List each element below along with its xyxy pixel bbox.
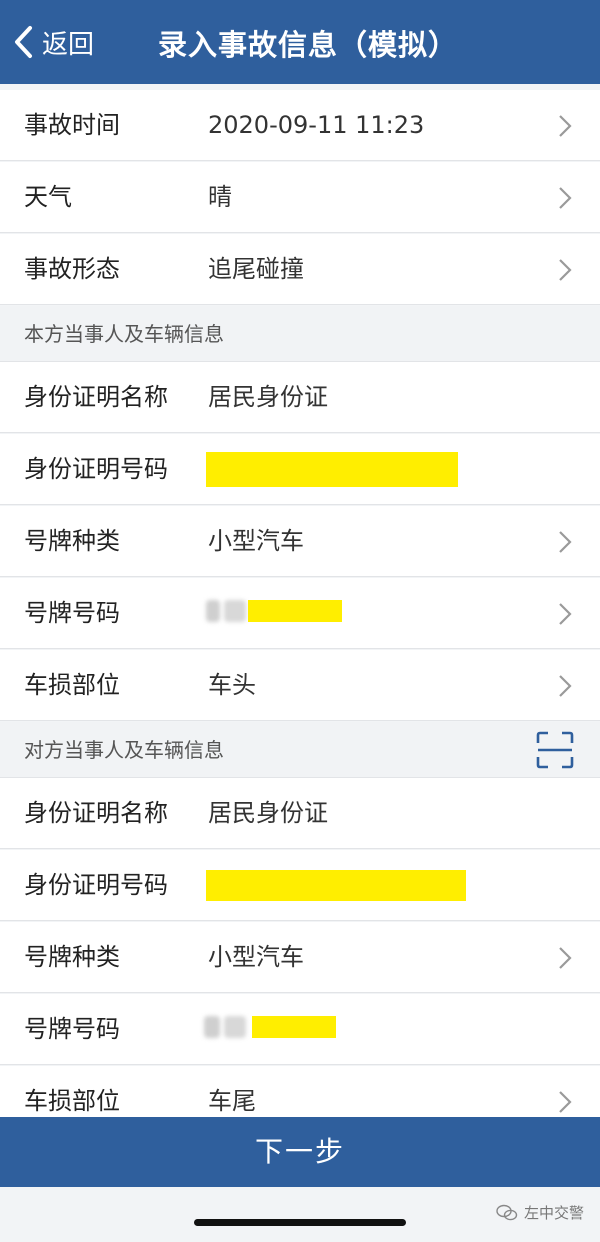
redacted-plate-number[interactable] [248, 600, 342, 622]
wechat-icon [496, 1204, 518, 1220]
chevron-right-icon [559, 947, 572, 969]
other-plate-number-row[interactable]: 号牌号码 [0, 994, 600, 1065]
watermark-text: 左中交警 [523, 1204, 584, 1222]
redacted-plate-number[interactable] [252, 1016, 336, 1038]
page-title: 录入事故信息（模拟） [157, 28, 458, 62]
redacted-id-number[interactable] [206, 870, 466, 901]
nav-bar: 返回 录入事故信息（模拟） [0, 0, 600, 84]
other-plate-number-label: 号牌号码 [24, 1015, 120, 1043]
home-indicator[interactable] [194, 1219, 406, 1226]
blurred-plate-char [224, 600, 246, 622]
own-id-name-label: 身份证明名称 [24, 383, 168, 411]
other-id-number-row[interactable]: 身份证明号码 [0, 850, 600, 921]
own-id-name-row[interactable]: 身份证明名称 居民身份证 [0, 362, 600, 433]
own-damage-label: 车损部位 [24, 671, 120, 699]
accident-time-label: 事故时间 [24, 111, 120, 139]
chevron-right-icon [559, 531, 572, 553]
scan-icon[interactable] [536, 731, 574, 769]
weather-label: 天气 [24, 183, 72, 211]
own-party-section-title: 本方当事人及车辆信息 [24, 322, 224, 346]
other-party-section-header: 对方当事人及车辆信息 [0, 722, 600, 778]
chevron-right-icon [559, 187, 572, 209]
own-plate-type-label: 号牌种类 [24, 527, 120, 555]
redacted-id-number[interactable] [206, 452, 458, 487]
own-party-section-header: 本方当事人及车辆信息 [0, 306, 600, 362]
other-party-section-title: 对方当事人及车辆信息 [24, 738, 224, 762]
accident-type-label: 事故形态 [24, 255, 120, 283]
chevron-right-icon [559, 675, 572, 697]
own-id-number-row[interactable]: 身份证明号码 [0, 434, 600, 505]
other-id-name-row[interactable]: 身份证明名称 居民身份证 [0, 778, 600, 849]
accident-time-value: 2020-09-11 11:23 [208, 111, 425, 139]
accident-type-value: 追尾碰撞 [208, 255, 304, 283]
own-id-number-label: 身份证明号码 [24, 455, 168, 483]
blurred-plate-char [206, 600, 220, 622]
blurred-plate-char [204, 1016, 220, 1038]
own-damage-row[interactable]: 车损部位 车头 [0, 650, 600, 721]
own-plate-type-row[interactable]: 号牌种类 小型汽车 [0, 506, 600, 577]
own-damage-value: 车头 [208, 671, 256, 699]
other-plate-type-value: 小型汽车 [208, 943, 304, 971]
weather-row[interactable]: 天气 晴 [0, 162, 600, 233]
accident-type-row[interactable]: 事故形态 追尾碰撞 [0, 234, 600, 305]
weather-value: 晴 [208, 183, 232, 211]
chevron-right-icon [559, 603, 572, 625]
other-id-name-label: 身份证明名称 [24, 799, 168, 827]
other-id-number-label: 身份证明号码 [24, 871, 168, 899]
chevron-right-icon [559, 259, 572, 281]
own-id-name-value: 居民身份证 [208, 383, 328, 411]
own-plate-number-row[interactable]: 号牌号码 [0, 578, 600, 649]
other-plate-type-row[interactable]: 号牌种类 小型汽车 [0, 922, 600, 993]
next-step-button[interactable]: 下一步 [0, 1117, 600, 1187]
own-plate-number-label: 号牌号码 [24, 599, 120, 627]
own-plate-type-value: 小型汽车 [208, 527, 304, 555]
other-plate-type-label: 号牌种类 [24, 943, 120, 971]
other-id-name-value: 居民身份证 [208, 799, 328, 827]
blurred-plate-char [224, 1016, 246, 1038]
chevron-right-icon [559, 115, 572, 137]
watermark: 左中交警 [496, 1202, 584, 1223]
accident-time-row[interactable]: 事故时间 2020-09-11 11:23 [0, 90, 600, 161]
chevron-right-icon [559, 1091, 572, 1113]
